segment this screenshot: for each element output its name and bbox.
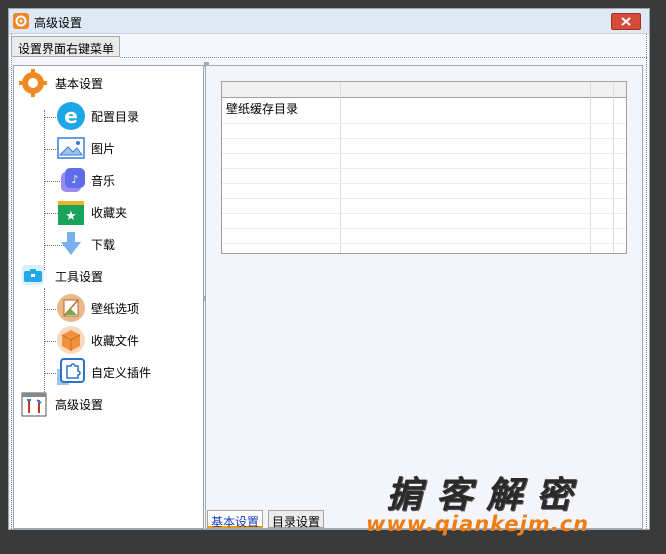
tree-node-basic-settings[interactable]: 基本设置	[14, 68, 202, 98]
settings-tree[interactable]: 基本设置 e 配置目录 图片 ♪ 音乐 ★ 收藏夹 下载 工具设置 壁纸选项 收…	[13, 65, 204, 529]
tree-node-pictures[interactable]: 图片	[14, 133, 202, 163]
grid-row-divider	[222, 123, 626, 124]
svg-text:♪: ♪	[71, 173, 78, 186]
tree-node-label: 配置目录	[91, 110, 140, 124]
music-icon: ♪	[56, 165, 85, 193]
puzzle-icon	[56, 357, 85, 385]
grid-row-divider	[222, 228, 626, 229]
watermark-url: www.qiankejm.cn	[366, 512, 590, 536]
window-content: 设置界面右键菜单 基本设置 e 配置目录 图片 ♪ 音乐 ★ 收藏夹 下载 工具…	[9, 34, 649, 529]
close-button[interactable]	[611, 13, 641, 30]
ie-icon: e	[56, 101, 85, 130]
grid-row-divider	[222, 198, 626, 199]
tree-node-label: 收藏文件	[91, 334, 140, 348]
window-title: 高级设置	[34, 16, 83, 30]
settings-window: 高级设置 设置界面右键菜单 基本设置 e 配置目录 图片 ♪ 音乐 ★ 收藏夹 …	[8, 8, 650, 530]
wallpaper-icon	[56, 293, 85, 322]
tree-node-music[interactable]: ♪ 音乐	[14, 165, 202, 195]
favorites-icon: ★	[56, 197, 84, 225]
grid-row-divider	[222, 243, 626, 244]
tree-node-label: 工具设置	[55, 270, 104, 284]
app-gear-icon	[13, 13, 29, 29]
title-bar: 高级设置	[9, 9, 649, 34]
tab-basic-settings[interactable]: 基本设置	[207, 510, 264, 529]
designer-dotted-border	[646, 34, 647, 529]
designer-dotted-border	[120, 57, 647, 58]
grid-header	[222, 82, 626, 98]
svg-text:e: e	[64, 104, 78, 128]
grid-row-divider	[222, 168, 626, 169]
settings-content-panel: 壁纸缓存目录 基本设置 目录设置	[205, 65, 643, 529]
tree-node-label: 下载	[91, 238, 116, 252]
directory-grid[interactable]: 壁纸缓存目录	[221, 81, 627, 254]
tree-node-label: 高级设置	[55, 398, 104, 412]
close-icon	[621, 17, 631, 26]
grid-row-divider	[222, 153, 626, 154]
tree-node-favorites[interactable]: ★ 收藏夹	[14, 197, 202, 227]
tree-node-label: 基本设置	[55, 77, 104, 91]
tree-node-label: 自定义插件	[91, 366, 152, 380]
tree-node-advanced-settings[interactable]: 高级设置	[14, 389, 202, 419]
toolbox-icon	[20, 262, 48, 290]
tree-node-custom-plugin[interactable]: 自定义插件	[14, 357, 202, 387]
tab-directory-settings[interactable]: 目录设置	[268, 510, 325, 529]
tree-node-label: 壁纸选项	[91, 302, 140, 316]
tree-node-download[interactable]: 下载	[14, 229, 202, 259]
tree-node-config-dir[interactable]: e 配置目录	[14, 101, 202, 131]
gear-icon	[19, 69, 47, 97]
grid-cell[interactable]: 壁纸缓存目录	[226, 100, 298, 117]
watermark-title: 掮客解密	[386, 475, 587, 516]
tree-node-favorite-files[interactable]: 收藏文件	[14, 325, 202, 355]
tools-icon	[20, 390, 48, 418]
grid-row-divider	[222, 138, 626, 139]
context-menu-button[interactable]: 设置界面右键菜单	[11, 36, 120, 57]
grid-row-divider	[222, 213, 626, 214]
download-icon	[56, 229, 84, 257]
box-icon	[56, 325, 85, 354]
designer-dotted-border	[11, 34, 12, 529]
tree-node-label: 收藏夹	[91, 206, 128, 220]
tree-node-wallpaper-options[interactable]: 壁纸选项	[14, 293, 202, 323]
tree-node-label: 音乐	[91, 174, 116, 188]
tree-node-tool-settings[interactable]: 工具设置	[14, 261, 202, 291]
picture-icon	[56, 133, 85, 161]
svg-text:★: ★	[65, 209, 77, 224]
grid-row-divider	[222, 183, 626, 184]
tree-node-label: 图片	[91, 142, 116, 156]
watermark: 掮客解密 www.qiankejm.cn	[366, 466, 660, 536]
